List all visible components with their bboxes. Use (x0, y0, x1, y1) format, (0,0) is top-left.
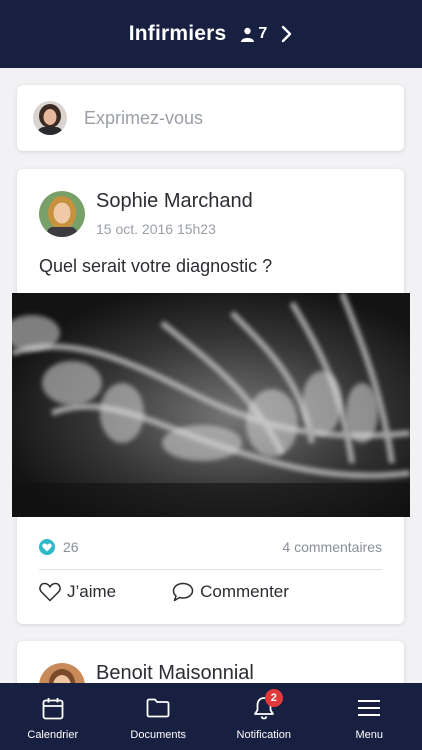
hamburger-icon (357, 695, 381, 721)
speech-bubble-icon (172, 582, 194, 602)
comment-button[interactable]: Commenter (172, 582, 289, 602)
notification-badge: 2 (264, 689, 283, 707)
tab-label: Menu (355, 729, 384, 741)
tab-label: Calendrier (27, 729, 79, 741)
tab-notification[interactable]: 2 Notification (211, 683, 317, 750)
app-header: Infirmiers 7 (0, 0, 422, 68)
like-label: J’aime (67, 582, 117, 601)
tab-menu[interactable]: Menu (317, 683, 422, 750)
folder-icon (146, 695, 170, 721)
post-stats: 26 4 commentaires (39, 539, 382, 555)
bottom-tab-bar: Calendrier Documents 2 Notification Menu (0, 683, 422, 750)
xray-image[interactable] (12, 293, 410, 517)
post-author[interactable]: Benoit Maisonnial (96, 662, 254, 685)
post-actions: J’aime Commenter (39, 582, 289, 602)
tab-documents[interactable]: Documents (106, 683, 212, 750)
like-button[interactable]: J’aime (39, 582, 116, 602)
comment-label: Commenter (200, 582, 289, 601)
bell-icon: 2 (253, 689, 283, 721)
member-count[interactable]: 7 (240, 25, 267, 43)
divider (39, 569, 382, 570)
chevron-right-icon[interactable] (281, 25, 293, 43)
post-card: Sophie Marchand 15 oct. 2016 15h23 Quel … (12, 169, 410, 624)
comment-count[interactable]: 4 commentaires (282, 539, 382, 555)
like-count-value: 26 (63, 539, 79, 555)
heart-outline-icon (39, 582, 61, 602)
post-timestamp: 15 oct. 2016 15h23 (96, 221, 216, 237)
calendar-icon (42, 695, 64, 721)
author-avatar[interactable] (39, 191, 85, 237)
status-input[interactable] (84, 107, 364, 129)
heart-icon (39, 539, 55, 555)
user-avatar (33, 101, 67, 135)
post-text: Quel serait votre diagnostic ? (39, 256, 273, 276)
person-icon (241, 27, 255, 42)
tab-label: Documents (130, 729, 187, 741)
post-composer[interactable] (17, 85, 404, 151)
post-author[interactable]: Sophie Marchand (96, 190, 253, 213)
page-title: Infirmiers (128, 22, 227, 45)
tab-calendrier[interactable]: Calendrier (0, 683, 106, 750)
tab-label: Notification (236, 729, 291, 741)
member-count-value: 7 (258, 25, 268, 42)
like-count[interactable]: 26 (39, 539, 79, 555)
